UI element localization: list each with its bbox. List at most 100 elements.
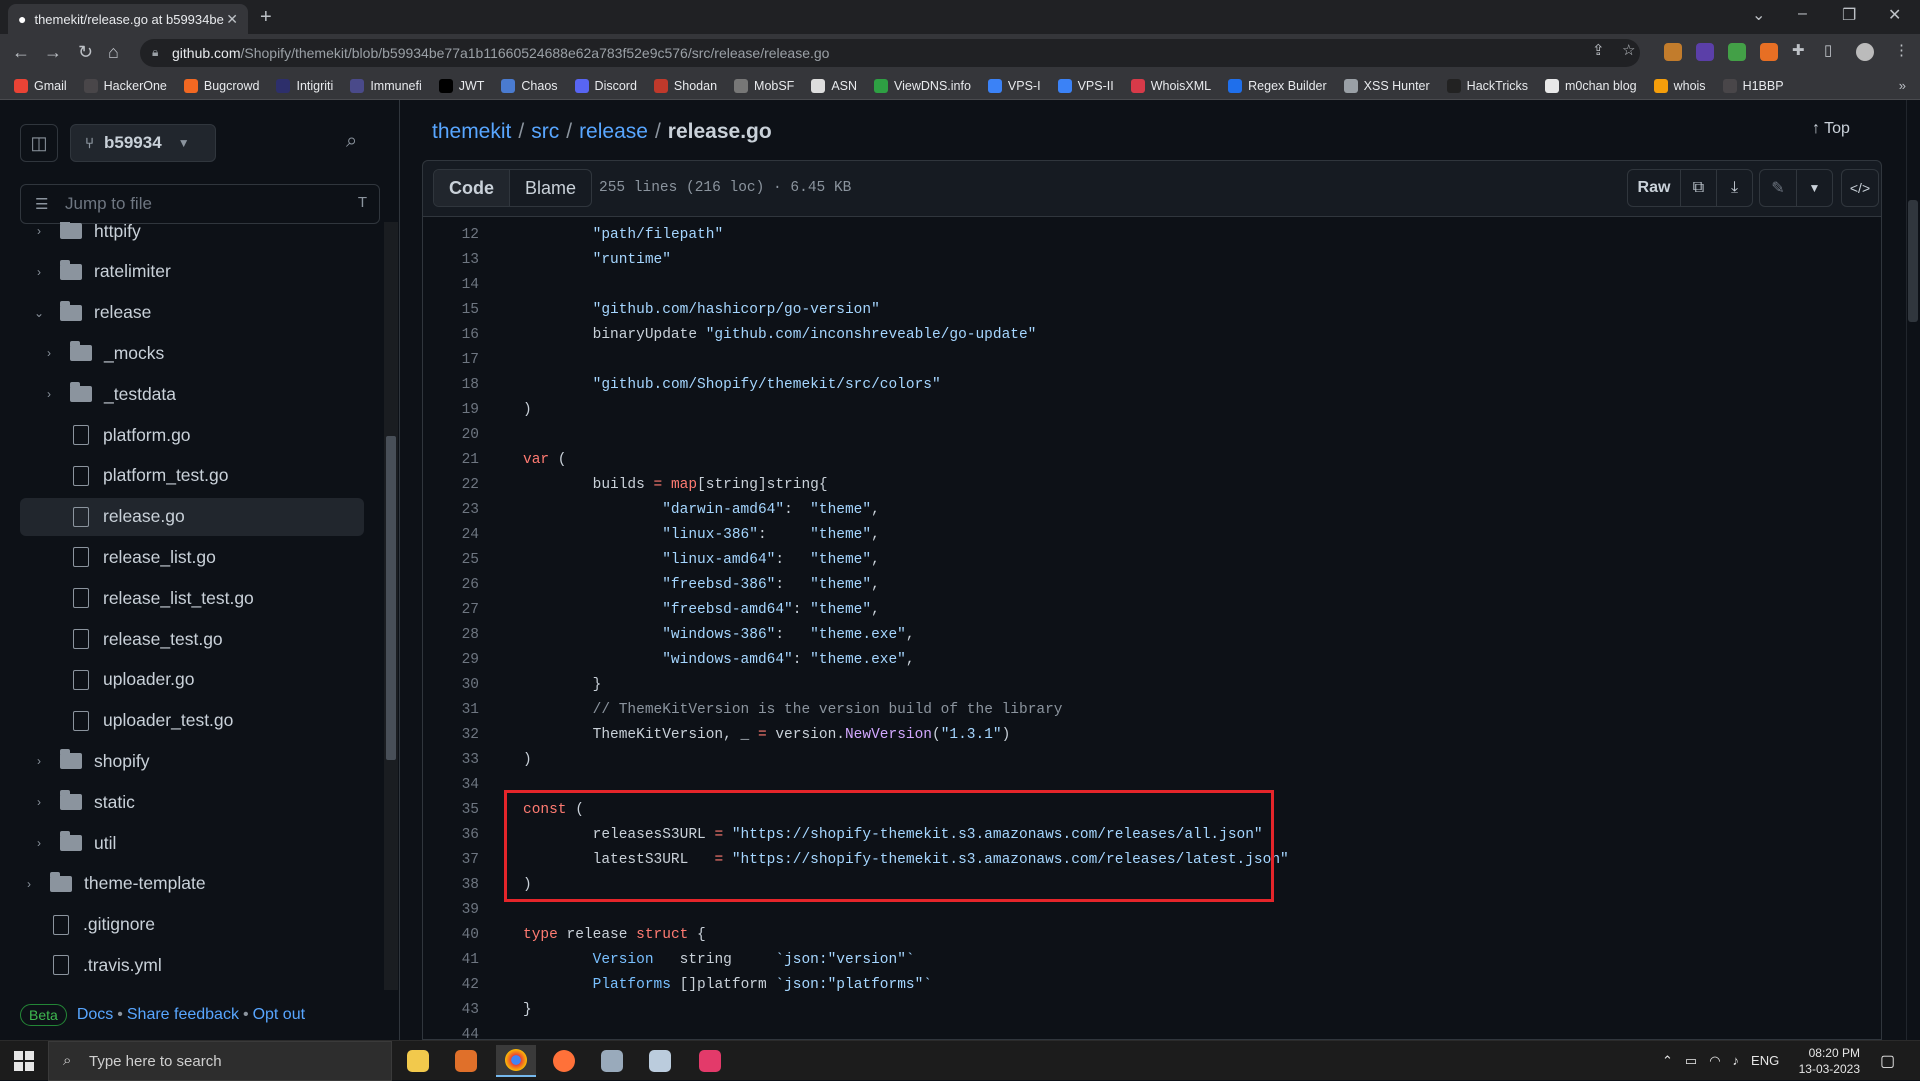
line-number[interactable]: 35 bbox=[423, 798, 479, 823]
close-window-button[interactable]: ✕ bbox=[1888, 5, 1901, 25]
chrome-app-icon[interactable] bbox=[496, 1045, 536, 1077]
bookmark-item[interactable]: MobSF bbox=[734, 78, 794, 93]
bookmark-item[interactable]: Shodan bbox=[653, 78, 717, 93]
file-tree-item[interactable]: uploader_test.go bbox=[20, 702, 364, 740]
restore-button[interactable]: ❐ bbox=[1842, 5, 1856, 25]
file-tree-item[interactable]: › ratelimiter bbox=[20, 253, 364, 291]
firefox-app-icon[interactable] bbox=[544, 1045, 584, 1077]
extensions-puzzle-icon[interactable]: ✚ bbox=[1792, 41, 1805, 59]
file-tree-item[interactable]: › httpify bbox=[20, 222, 364, 250]
back-icon[interactable]: ← bbox=[12, 42, 30, 63]
file-tree-item[interactable]: CODE_OF_CONDUCT.md bbox=[20, 987, 364, 990]
file-tree-item[interactable]: release_test.go bbox=[20, 620, 364, 658]
branch-selector[interactable]: ⑂ b59934 ▼ bbox=[70, 124, 216, 162]
file-tree-item[interactable]: release.go bbox=[20, 497, 364, 536]
side-panel-icon[interactable]: ▯ bbox=[1824, 41, 1832, 59]
burp-app-icon[interactable] bbox=[592, 1045, 632, 1077]
file-tree-item[interactable]: ⌄ release bbox=[20, 294, 364, 332]
bookmark-item[interactable]: Gmail bbox=[14, 78, 67, 93]
bookmark-item[interactable]: ViewDNS.info bbox=[874, 78, 971, 93]
symbols-panel-button[interactable]: </> bbox=[1841, 169, 1879, 207]
line-number[interactable]: 29 bbox=[423, 648, 479, 673]
line-number[interactable]: 30 bbox=[423, 673, 479, 698]
copy-icon[interactable]: ⧉ bbox=[1680, 170, 1716, 206]
line-number[interactable]: 32 bbox=[423, 723, 479, 748]
line-number[interactable]: 17 bbox=[423, 348, 479, 373]
breadcrumb-src[interactable]: src bbox=[531, 120, 559, 143]
new-tab-button[interactable]: + bbox=[260, 6, 272, 29]
address-bar[interactable]: 🔒︎ github.com/Shopify/themekit/blob/b599… bbox=[140, 39, 1640, 67]
share-feedback-link[interactable]: Share feedback bbox=[127, 1006, 239, 1024]
line-number[interactable]: 22 bbox=[423, 473, 479, 498]
line-number[interactable]: 23 bbox=[423, 498, 479, 523]
forward-icon[interactable]: → bbox=[44, 42, 62, 63]
line-number[interactable]: 27 bbox=[423, 598, 479, 623]
line-number[interactable]: 41 bbox=[423, 948, 479, 973]
screenshot-app-icon[interactable] bbox=[690, 1045, 730, 1077]
opt-out-link[interactable]: Opt out bbox=[253, 1006, 305, 1024]
file-tree-item[interactable]: › theme-template bbox=[20, 865, 364, 903]
bookmark-item[interactable]: WhoisXML bbox=[1130, 78, 1211, 93]
battery-icon[interactable]: ▭ bbox=[1685, 1053, 1697, 1069]
docs-link[interactable]: Docs bbox=[77, 1006, 113, 1024]
bookmark-item[interactable]: Immunefi bbox=[350, 78, 422, 93]
extension-cookie-icon[interactable] bbox=[1664, 43, 1682, 61]
line-number[interactable]: 14 bbox=[423, 273, 479, 298]
line-number[interactable]: 19 bbox=[423, 398, 479, 423]
edit-pencil-icon[interactable]: ✎ bbox=[1760, 170, 1796, 206]
line-number[interactable]: 44 bbox=[423, 1023, 479, 1039]
line-number[interactable]: 40 bbox=[423, 923, 479, 948]
chevron-right-icon[interactable]: › bbox=[30, 754, 48, 768]
bookmark-item[interactable]: Regex Builder bbox=[1228, 78, 1327, 93]
minimize-button[interactable]: – bbox=[1798, 5, 1807, 23]
line-number[interactable]: 16 bbox=[423, 323, 479, 348]
reload-icon[interactable]: ↻ bbox=[78, 42, 93, 63]
bookmark-item[interactable]: Intigriti bbox=[276, 78, 333, 93]
bookmark-item[interactable]: Discord bbox=[574, 78, 637, 93]
file-tree-item[interactable]: › util bbox=[20, 824, 364, 862]
sublime-app-icon[interactable] bbox=[446, 1045, 486, 1077]
file-tree-item[interactable]: platform_test.go bbox=[20, 457, 364, 495]
download-icon[interactable]: ⤓ bbox=[1716, 170, 1752, 206]
bookmark-star-icon[interactable]: ☆ bbox=[1622, 41, 1635, 59]
line-number[interactable]: 43 bbox=[423, 998, 479, 1023]
line-number[interactable]: 26 bbox=[423, 573, 479, 598]
extension-fox-icon[interactable] bbox=[1760, 43, 1778, 61]
bookmark-item[interactable]: VPS-I bbox=[987, 78, 1041, 93]
more-bookmarks-icon[interactable]: » bbox=[1899, 78, 1906, 93]
chevron-right-icon[interactable]: › bbox=[30, 795, 48, 809]
line-number[interactable]: 33 bbox=[423, 748, 479, 773]
chevron-right-icon[interactable]: › bbox=[20, 877, 38, 891]
share-icon[interactable]: ⇪ bbox=[1592, 41, 1605, 59]
bookmark-item[interactable]: Bugcrowd bbox=[183, 78, 259, 93]
search-icon[interactable]: ⌕ bbox=[346, 130, 357, 153]
file-explorer-app-icon[interactable] bbox=[398, 1045, 438, 1077]
wifi-icon[interactable]: ◠ bbox=[1709, 1053, 1720, 1069]
file-tree-item[interactable]: › _testdata bbox=[20, 375, 364, 413]
file-tree-item[interactable]: release_list.go bbox=[20, 538, 364, 576]
line-number[interactable]: 25 bbox=[423, 548, 479, 573]
line-number[interactable]: 20 bbox=[423, 423, 479, 448]
home-icon[interactable]: ⌂ bbox=[108, 42, 119, 63]
bookmark-item[interactable]: VPS-II bbox=[1057, 78, 1114, 93]
line-number[interactable]: 21 bbox=[423, 448, 479, 473]
line-number[interactable]: 24 bbox=[423, 523, 479, 548]
tab-blame[interactable]: Blame bbox=[510, 170, 591, 206]
close-tab-icon[interactable]: ✕ bbox=[226, 11, 238, 28]
back-to-top-button[interactable]: ↑ Top bbox=[1812, 120, 1850, 138]
file-tree-item[interactable]: platform.go bbox=[20, 416, 364, 454]
browser-tab[interactable]: ● themekit/release.go at b59934be ✕ bbox=[8, 4, 248, 34]
menu-kebab-icon[interactable]: ⋮ bbox=[1894, 41, 1909, 59]
line-number[interactable]: 38 bbox=[423, 873, 479, 898]
chevron-right-icon[interactable]: › bbox=[30, 224, 48, 238]
breadcrumb-release[interactable]: release bbox=[579, 120, 648, 143]
bookmark-item[interactable]: whois bbox=[1653, 78, 1706, 93]
file-tree-item[interactable]: .travis.yml bbox=[20, 946, 364, 984]
bookmark-item[interactable]: Chaos bbox=[501, 78, 558, 93]
extension-green-icon[interactable] bbox=[1728, 43, 1746, 61]
chevron-right-icon[interactable]: › bbox=[30, 836, 48, 850]
file-tree-item[interactable]: › static bbox=[20, 783, 364, 821]
virtualbox-app-icon[interactable] bbox=[640, 1045, 680, 1077]
bookmark-item[interactable]: JWT bbox=[438, 78, 484, 93]
jump-to-file-input[interactable]: ☰ Jump to file T bbox=[20, 184, 380, 224]
